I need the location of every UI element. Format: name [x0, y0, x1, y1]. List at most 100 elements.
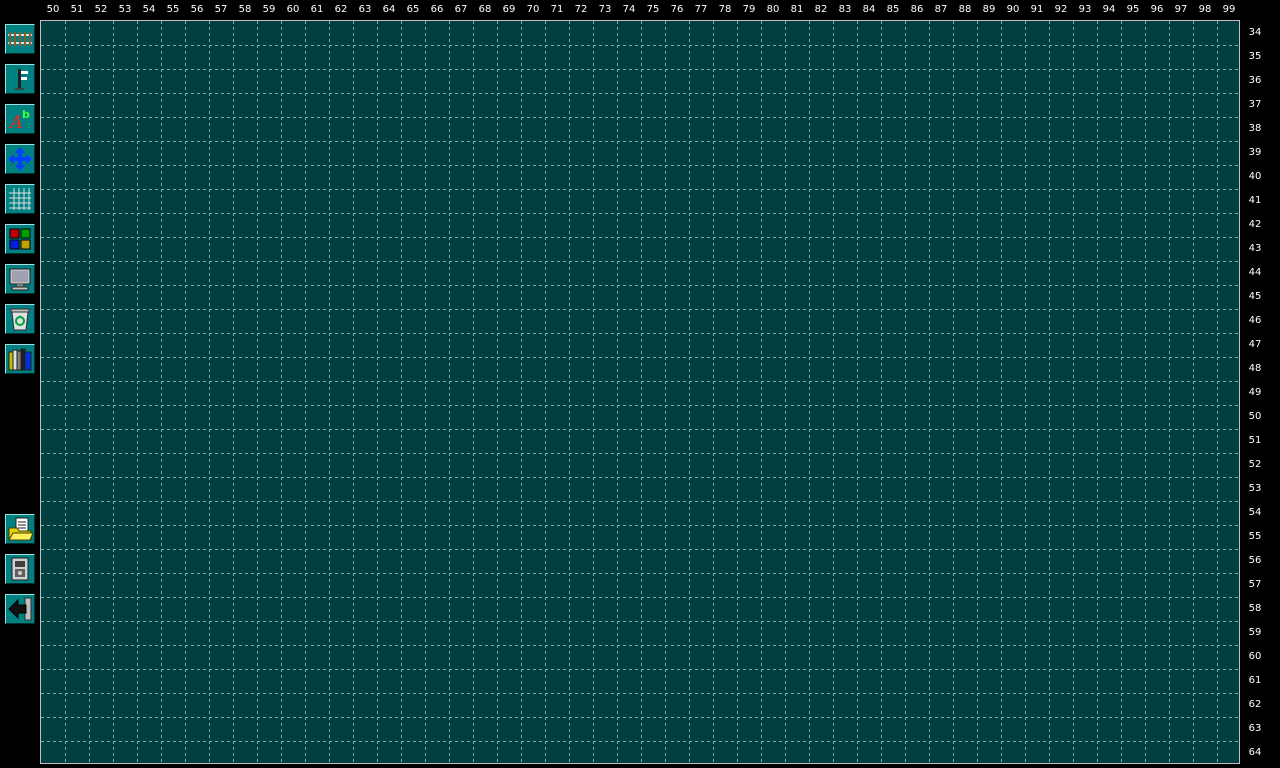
column-ruler-label: 56 [190, 4, 204, 15]
column-ruler-label: 82 [814, 4, 828, 15]
device-tool-button[interactable] [5, 554, 35, 584]
column-ruler-label: 69 [502, 4, 516, 15]
open-file-button[interactable] [5, 514, 35, 544]
row-ruler-label: 36 [1248, 75, 1262, 86]
row-ruler-label: 52 [1248, 459, 1262, 470]
column-ruler-label: 96 [1150, 4, 1164, 15]
row-ruler-label: 58 [1248, 603, 1262, 614]
column-ruler-label: 86 [910, 4, 924, 15]
column-ruler-label: 74 [622, 4, 636, 15]
display-tool-button[interactable] [5, 264, 35, 294]
recycle-bin-icon [7, 306, 33, 332]
svg-text:b: b [22, 108, 30, 121]
column-ruler-label: 84 [862, 4, 876, 15]
column-ruler-label: 65 [406, 4, 420, 15]
row-ruler-label: 39 [1248, 147, 1262, 158]
column-ruler-label: 53 [118, 4, 132, 15]
column-ruler-label: 67 [454, 4, 468, 15]
track-icon [7, 26, 33, 52]
column-ruler-label: 54 [142, 4, 156, 15]
column-ruler-label: 99 [1222, 4, 1236, 15]
column-ruler-label: 85 [886, 4, 900, 15]
column-ruler-label: 89 [982, 4, 996, 15]
column-ruler-label: 75 [646, 4, 660, 15]
move-tool-button[interactable] [5, 144, 35, 174]
device-icon [7, 556, 33, 582]
column-ruler-label: 77 [694, 4, 708, 15]
track-tool-button[interactable] [5, 24, 35, 54]
signal-icon [7, 66, 33, 92]
row-ruler-label: 43 [1248, 243, 1262, 254]
row-ruler-label: 62 [1248, 699, 1262, 710]
row-ruler-label: 46 [1248, 315, 1262, 326]
row-ruler-label: 53 [1248, 483, 1262, 494]
row-ruler-label: 63 [1248, 723, 1262, 734]
column-ruler-label: 52 [94, 4, 108, 15]
palette-icon [7, 226, 33, 252]
column-ruler-label: 71 [550, 4, 564, 15]
column-ruler-label: 94 [1102, 4, 1116, 15]
column-ruler-label: 80 [766, 4, 780, 15]
column-ruler-label: 50 [46, 4, 60, 15]
column-ruler-label: 58 [238, 4, 252, 15]
row-ruler-label: 51 [1248, 435, 1262, 446]
canvas-grid [41, 21, 1239, 763]
column-ruler-label: 66 [430, 4, 444, 15]
row-ruler-label: 48 [1248, 363, 1262, 374]
column-ruler-label: 90 [1006, 4, 1020, 15]
exit-button[interactable] [5, 594, 35, 624]
row-ruler-label: 50 [1248, 411, 1262, 422]
column-ruler-label: 51 [70, 4, 84, 15]
row-ruler-label: 59 [1248, 627, 1262, 638]
grid-tool-button[interactable] [5, 184, 35, 214]
row-ruler-label: 57 [1248, 579, 1262, 590]
open-file-icon [7, 516, 33, 542]
column-ruler-label: 97 [1174, 4, 1188, 15]
column-ruler-label: 91 [1030, 4, 1044, 15]
svg-text:A: A [8, 112, 23, 132]
row-ruler-label: 49 [1248, 387, 1262, 398]
layout-editor-window: 50 51 52 53 54 55 56 57 58 59 60 61 62 63 64 65 66 67 68 69… [0, 0, 1280, 768]
column-ruler-label: 55 [166, 4, 180, 15]
column-ruler-label: 88 [958, 4, 972, 15]
row-ruler-label: 47 [1248, 339, 1262, 350]
column-ruler-label: 73 [598, 4, 612, 15]
color-tool-button[interactable] [5, 224, 35, 254]
monitor-icon [7, 266, 33, 292]
column-ruler-label: 59 [262, 4, 276, 15]
column-ruler-label: 79 [742, 4, 756, 15]
text-tool-button[interactable]: A b [5, 104, 35, 134]
column-ruler-label: 93 [1078, 4, 1092, 15]
row-ruler-label: 45 [1248, 291, 1262, 302]
row-ruler-label: 42 [1248, 219, 1262, 230]
column-ruler-label: 57 [214, 4, 228, 15]
column-ruler-label: 64 [382, 4, 396, 15]
delete-tool-button[interactable] [5, 304, 35, 334]
row-ruler-label: 37 [1248, 99, 1262, 110]
library-tool-button[interactable] [5, 344, 35, 374]
row-ruler-label: 54 [1248, 507, 1262, 518]
exit-icon [7, 596, 33, 622]
column-ruler-label: 76 [670, 4, 684, 15]
column-ruler-label: 92 [1054, 4, 1068, 15]
row-ruler-label: 34 [1248, 27, 1262, 38]
layout-canvas[interactable] [40, 20, 1240, 764]
column-ruler-label: 70 [526, 4, 540, 15]
row-ruler-label: 44 [1248, 267, 1262, 278]
column-ruler-label: 83 [838, 4, 852, 15]
row-ruler-label: 35 [1248, 51, 1262, 62]
grid-icon [7, 186, 33, 212]
row-ruler: 34 35 36 37 38 39 40 41 42 43 44 45 46 47 48 49 50 51 52 53… [1240, 21, 1280, 765]
row-ruler-label: 61 [1248, 675, 1262, 686]
column-ruler-label: 63 [358, 4, 372, 15]
move-icon [7, 146, 33, 172]
column-ruler-label: 87 [934, 4, 948, 15]
text-icon: A b [7, 106, 33, 132]
column-ruler-label: 78 [718, 4, 732, 15]
row-ruler-label: 38 [1248, 123, 1262, 134]
row-ruler-label: 60 [1248, 651, 1262, 662]
library-icon [7, 346, 33, 372]
row-ruler-label: 55 [1248, 531, 1262, 542]
signal-tool-button[interactable] [5, 64, 35, 94]
row-ruler-label: 56 [1248, 555, 1262, 566]
